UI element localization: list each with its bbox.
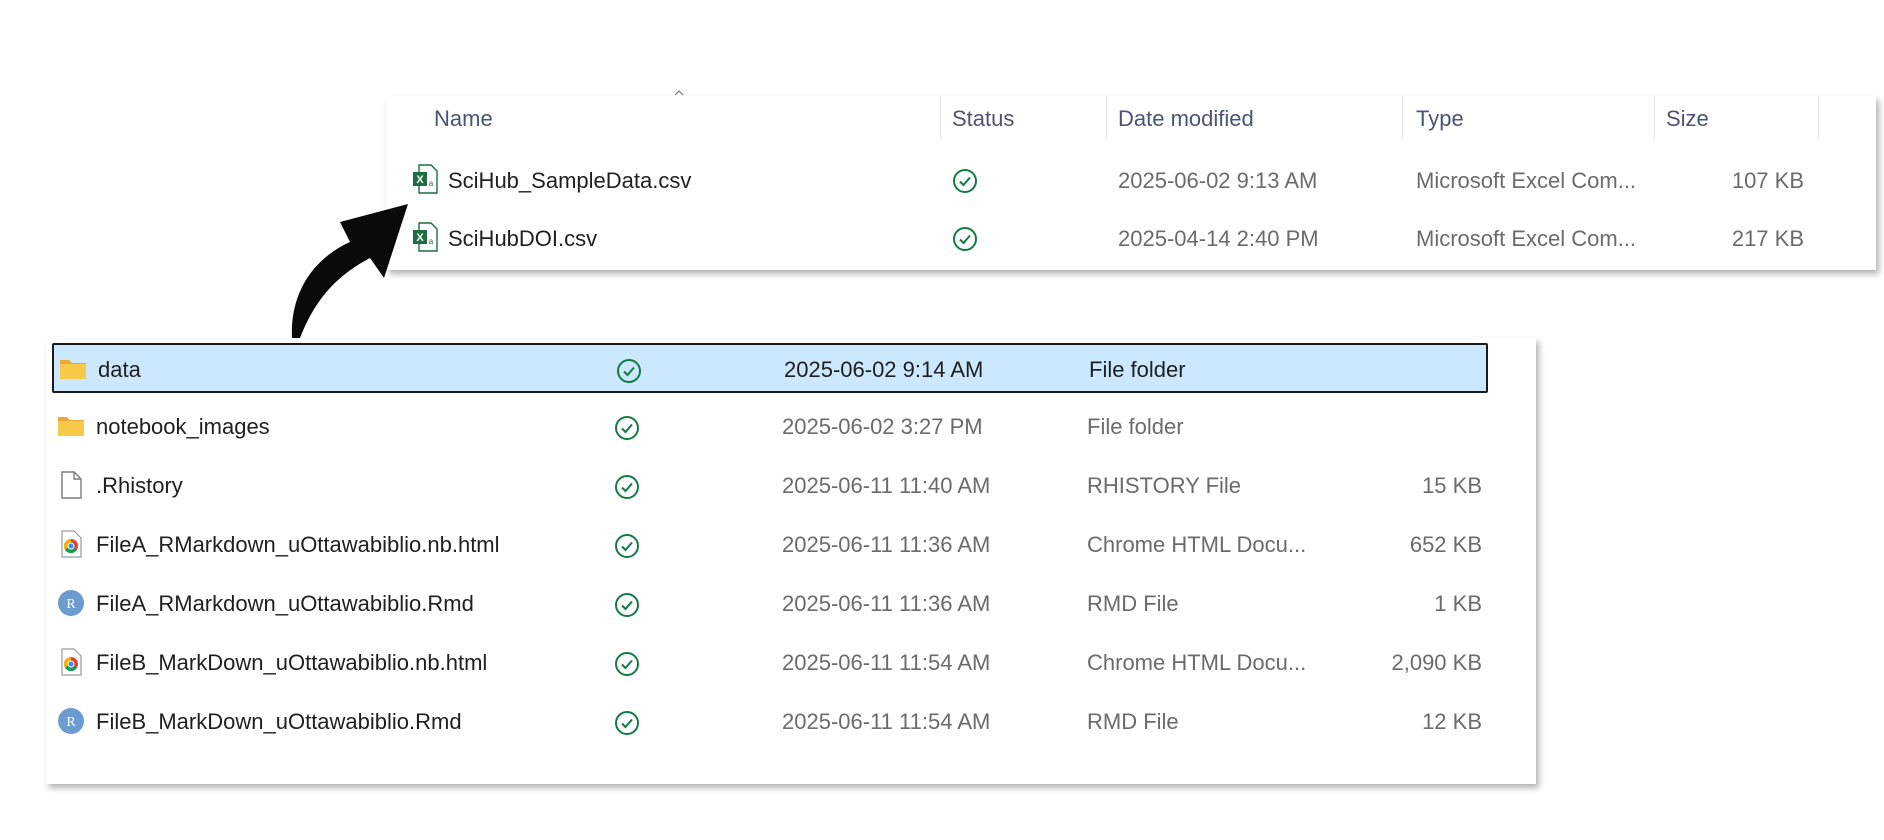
date-modified: 2025-06-11 11:36 AM bbox=[782, 591, 991, 616]
file-size: 15 KB bbox=[1422, 473, 1482, 498]
file-size: 652 KB bbox=[1409, 532, 1482, 557]
file-type: Microsoft Excel Com... bbox=[1416, 168, 1637, 193]
file-name[interactable]: .Rhistory bbox=[96, 473, 183, 499]
column-header-status[interactable]: Status bbox=[952, 106, 1014, 132]
file-icon bbox=[61, 471, 82, 499]
file-row[interactable]: R FileB_MarkDown_uOttawabiblio.Rmd 2025-… bbox=[52, 697, 1488, 747]
file-name[interactable]: FileB_MarkDown_uOttawabiblio.Rmd bbox=[96, 709, 462, 735]
date-modified: 2025-06-02 9:14 AM bbox=[784, 357, 984, 382]
file-size: 217 KB bbox=[1731, 226, 1804, 251]
file-size: 107 KB bbox=[1731, 168, 1804, 193]
file-name[interactable]: FileA_RMarkdown_uOttawabiblio.Rmd bbox=[96, 591, 474, 617]
folder-row[interactable]: notebook_images 2025-06-02 3:27 PM File … bbox=[52, 402, 1488, 452]
top-file-list-panel: Name Status Date modified Type Size X a … bbox=[386, 90, 1876, 270]
curved-arrow-icon bbox=[291, 204, 408, 356]
file-row[interactable]: X a SciHub_SampleData.csv 2025-06-02 9:1… bbox=[386, 154, 1876, 210]
date-modified: 2025-04-14 2:40 PM bbox=[1118, 226, 1319, 251]
column-header-name[interactable]: Name bbox=[434, 106, 493, 132]
file-type: File folder bbox=[1089, 357, 1186, 382]
r-file-icon: R bbox=[58, 708, 84, 734]
file-size: 12 KB bbox=[1422, 709, 1482, 734]
file-name[interactable]: data bbox=[98, 357, 141, 383]
synced-icon bbox=[953, 227, 977, 251]
file-row[interactable]: FileB_MarkDown_uOttawabiblio.nb.html 202… bbox=[52, 638, 1488, 688]
file-name[interactable]: SciHub_SampleData.csv bbox=[448, 168, 691, 194]
file-row[interactable]: R FileA_RMarkdown_uOttawabiblio.Rmd 2025… bbox=[52, 579, 1488, 629]
file-name[interactable]: FileB_MarkDown_uOttawabiblio.nb.html bbox=[96, 650, 487, 676]
file-type: Microsoft Excel Com... bbox=[1416, 226, 1637, 251]
file-type: RHISTORY File bbox=[1087, 473, 1242, 498]
column-divider[interactable] bbox=[1402, 96, 1403, 140]
file-size: 2,090 KB bbox=[1391, 650, 1482, 675]
file-name[interactable]: FileA_RMarkdown_uOttawabiblio.nb.html bbox=[96, 532, 500, 558]
chrome-icon bbox=[61, 530, 82, 558]
file-row[interactable]: .Rhistory 2025-06-11 11:40 AM RHISTORY F… bbox=[52, 461, 1488, 511]
column-header-bar: Name Status Date modified Type Size bbox=[386, 90, 1876, 140]
r-file-icon: R bbox=[58, 590, 84, 616]
svg-text:R: R bbox=[66, 715, 76, 730]
file-name[interactable]: notebook_images bbox=[96, 414, 270, 440]
synced-icon bbox=[615, 534, 639, 558]
synced-icon bbox=[615, 711, 639, 735]
file-size: 1 KB bbox=[1434, 591, 1482, 616]
date-modified: 2025-06-11 11:40 AM bbox=[782, 473, 991, 498]
svg-text:X: X bbox=[416, 174, 424, 186]
synced-icon bbox=[615, 475, 639, 499]
column-divider[interactable] bbox=[940, 96, 941, 140]
file-row[interactable]: FileA_RMarkdown_uOttawabiblio.nb.html 20… bbox=[52, 520, 1488, 570]
file-row[interactable]: X a SciHubDOI.csv 2025-04-14 2:40 PM Mic… bbox=[386, 212, 1876, 268]
column-header-type[interactable]: Type bbox=[1416, 106, 1464, 132]
svg-text:a: a bbox=[429, 179, 434, 188]
file-type: RMD File bbox=[1087, 709, 1179, 734]
date-modified: 2025-06-11 11:54 AM bbox=[782, 650, 991, 675]
folder-icon bbox=[58, 417, 84, 436]
file-name[interactable]: SciHubDOI.csv bbox=[448, 226, 597, 252]
file-type: Chrome HTML Docu... bbox=[1087, 532, 1307, 557]
column-header-size[interactable]: Size bbox=[1666, 106, 1709, 132]
svg-text:a: a bbox=[429, 237, 434, 246]
synced-icon bbox=[617, 359, 641, 383]
svg-text:R: R bbox=[66, 597, 76, 612]
column-divider[interactable] bbox=[1106, 96, 1107, 140]
column-header-date-modified[interactable]: Date modified bbox=[1118, 106, 1254, 132]
date-modified: 2025-06-02 9:13 AM bbox=[1118, 168, 1318, 193]
bottom-file-list-panel: data 2025-06-02 9:14 AM File folder note… bbox=[46, 338, 1536, 784]
file-type: RMD File bbox=[1087, 591, 1179, 616]
date-modified: 2025-06-02 3:27 PM bbox=[782, 414, 983, 439]
synced-icon bbox=[615, 593, 639, 617]
synced-icon bbox=[615, 652, 639, 676]
chrome-icon bbox=[61, 648, 82, 676]
folder-icon bbox=[60, 360, 86, 379]
synced-icon bbox=[953, 169, 977, 193]
column-divider[interactable] bbox=[1818, 96, 1819, 140]
date-modified: 2025-06-11 11:36 AM bbox=[782, 532, 991, 557]
sort-caret-icon[interactable] bbox=[674, 90, 684, 96]
file-type: Chrome HTML Docu... bbox=[1087, 650, 1307, 675]
folder-row-selected[interactable]: data 2025-06-02 9:14 AM File folder bbox=[52, 343, 1488, 393]
date-modified: 2025-06-11 11:54 AM bbox=[782, 709, 991, 734]
file-type: File folder bbox=[1087, 414, 1184, 439]
synced-icon bbox=[615, 416, 639, 440]
column-divider[interactable] bbox=[1654, 96, 1655, 140]
